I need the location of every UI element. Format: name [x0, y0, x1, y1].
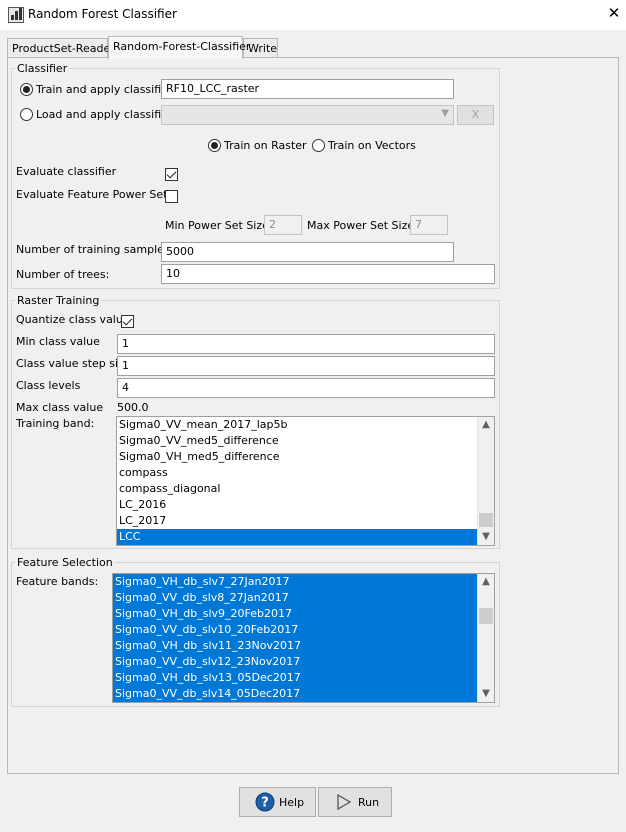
train-apply-radio[interactable]: [20, 83, 33, 96]
evaluate-power-set-label: Evaluate Feature Power Set: [16, 188, 168, 201]
levels-label: Class levels: [16, 379, 81, 392]
list-item[interactable]: LC_2016: [117, 497, 494, 513]
close-icon[interactable]: ✕: [605, 4, 623, 22]
list-item[interactable]: Sigma0_VH_med5_difference: [117, 449, 494, 465]
list-item[interactable]: Sigma0_VV_db_slv12_23Nov2017: [113, 654, 494, 670]
max-power-set-label: Max Power Set Size:: [307, 219, 418, 232]
training-band-list[interactable]: Sigma0_VV_mean_2017_lap5b Sigma0_VV_med5…: [116, 416, 495, 546]
evaluate-power-set-checkbox[interactable]: [165, 190, 178, 203]
min-power-set-input[interactable]: 2: [264, 215, 302, 235]
min-class-input[interactable]: 1: [117, 334, 495, 354]
num-trees-input[interactable]: 10: [161, 264, 495, 284]
list-item[interactable]: Sigma0_VV_med5_difference: [117, 433, 494, 449]
scroll-thumb[interactable]: [479, 608, 493, 624]
run-label: Run: [358, 796, 380, 809]
raster-training-group-title: Raster Training: [15, 294, 102, 307]
list-item-selected[interactable]: LCC: [117, 529, 494, 545]
step-label: Class value step size: [16, 357, 131, 370]
title-bar: Random Forest Classifier ✕: [0, 0, 626, 30]
list-item[interactable]: Sigma0_VH_db_slv11_23Nov2017: [113, 638, 494, 654]
help-button[interactable]: ? Help: [239, 787, 316, 817]
quantize-checkbox[interactable]: [121, 315, 134, 328]
classifier-group-title: Classifier: [15, 62, 70, 75]
scroll-thumb[interactable]: [479, 513, 493, 527]
classifier-name-input[interactable]: RF10_LCC_raster: [161, 79, 454, 99]
training-band-scrollbar[interactable]: ▲ ▼: [477, 417, 494, 545]
feature-bands-scrollbar[interactable]: ▲ ▼: [477, 574, 494, 702]
load-apply-label: Load and apply classifier: [36, 108, 173, 121]
num-trees-label: Number of trees:: [16, 268, 110, 281]
svg-text:?: ?: [261, 796, 269, 811]
step-input[interactable]: 1: [117, 356, 495, 376]
list-item[interactable]: Sigma0_VH_db_slv13_05Dec2017: [113, 670, 494, 686]
scroll-up-icon[interactable]: ▲: [478, 574, 494, 590]
scroll-down-icon[interactable]: ▼: [478, 529, 494, 545]
list-item[interactable]: compass_diagonal: [117, 481, 494, 497]
list-item[interactable]: Sigma0_VV_db_slv10_20Feb2017: [113, 622, 494, 638]
num-samples-input[interactable]: 5000: [161, 242, 454, 262]
list-item[interactable]: Sigma0_VV_db_slv8_27Jan2017: [113, 590, 494, 606]
help-circle-icon: ?: [255, 792, 275, 812]
training-band-label: Training band:: [16, 417, 95, 430]
max-class-label: Max class value: [16, 401, 104, 414]
window-title: Random Forest Classifier: [28, 7, 177, 21]
list-item[interactable]: Sigma0_VV_db_slv14_05Dec2017: [113, 686, 494, 702]
max-power-set-input[interactable]: 7: [410, 215, 448, 235]
load-classifier-combo[interactable]: ▼: [161, 105, 454, 125]
play-icon: [337, 793, 352, 811]
levels-input[interactable]: 4: [117, 378, 495, 398]
train-on-raster-label: Train on Raster: [224, 139, 307, 152]
tab-random-forest-classifier[interactable]: Random-Forest-Classifier: [108, 36, 250, 59]
run-button[interactable]: Run: [318, 787, 392, 817]
scroll-down-icon[interactable]: ▼: [478, 686, 494, 702]
list-item[interactable]: compass: [117, 465, 494, 481]
train-on-raster-radio[interactable]: [208, 139, 221, 152]
max-class-value: 500.0: [117, 401, 149, 414]
min-power-set-label: Min Power Set Size:: [165, 219, 273, 232]
min-class-label: Min class value: [16, 335, 100, 348]
quantize-label: Quantize class value: [16, 313, 130, 326]
feature-bands-label: Feature bands:: [16, 575, 99, 588]
list-item[interactable]: Sigma0_VH_db_slv7_27Jan2017: [113, 574, 494, 590]
list-item[interactable]: LC_2017: [117, 513, 494, 529]
train-on-vectors-radio[interactable]: [312, 139, 325, 152]
scroll-up-icon[interactable]: ▲: [478, 417, 494, 433]
tab-productset-reader[interactable]: ProductSet-Reader: [7, 38, 115, 58]
train-on-vectors-label: Train on Vectors: [328, 139, 416, 152]
list-item[interactable]: Sigma0_VH_db_slv9_20Feb2017: [113, 606, 494, 622]
help-label: Help: [279, 796, 305, 809]
load-apply-radio[interactable]: [20, 108, 33, 121]
feature-selection-group-title: Feature Selection: [15, 556, 115, 569]
app-icon: [8, 7, 24, 23]
load-clear-button[interactable]: X: [457, 105, 494, 125]
chevron-down-icon: ▼: [441, 108, 449, 119]
list-item[interactable]: Sigma0_VV_mean_2017_lap5b: [117, 417, 494, 433]
evaluate-classifier-checkbox[interactable]: [165, 168, 178, 181]
train-apply-label: Train and apply classifier: [36, 83, 173, 96]
evaluate-classifier-label: Evaluate classifier: [16, 165, 117, 178]
feature-bands-list[interactable]: Sigma0_VH_db_slv7_27Jan2017 Sigma0_VV_db…: [112, 573, 495, 703]
num-samples-label: Number of training samples: [16, 243, 170, 256]
